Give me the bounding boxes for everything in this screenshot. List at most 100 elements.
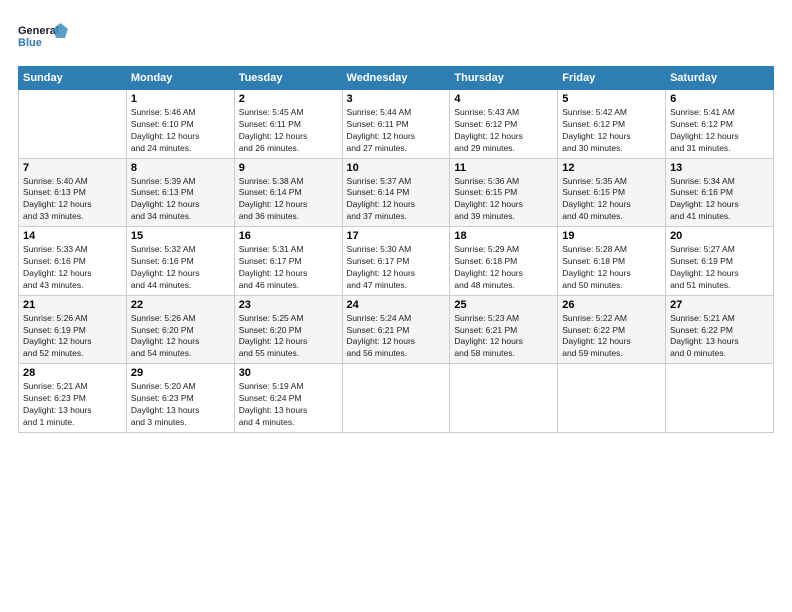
- logo-svg: General Blue: [18, 18, 68, 56]
- day-cell: [450, 364, 558, 433]
- week-row-3: 14 Sunrise: 5:33 AM Sunset: 6:16 PM Dayli…: [19, 227, 774, 296]
- day-number: 19: [562, 230, 661, 242]
- day-number: 15: [131, 230, 230, 242]
- day-number: 18: [454, 230, 553, 242]
- day-cell: 6Sunrise: 5:41 AM Sunset: 6:12 PM Daylig…: [666, 90, 774, 159]
- day-cell: 25Sunrise: 5:23 AM Sunset: 6:21 PM Dayli…: [450, 295, 558, 364]
- day-info: Sunrise: 5:22 AM Sunset: 6:22 PM Dayligh…: [562, 313, 661, 361]
- day-info: Sunrise: 5:43 AM Sunset: 6:12 PM Dayligh…: [454, 107, 553, 155]
- day-cell: 12Sunrise: 5:35 AM Sunset: 6:15 PM Dayli…: [558, 158, 666, 227]
- day-cell: 27 Sunrise: 5:21 AM Sunset: 6:22 PM Dayli…: [666, 295, 774, 364]
- week-row-5: 28 Sunrise: 5:21 AM Sunset: 6:23 PM Dayli…: [19, 364, 774, 433]
- day-cell: 4 Sunrise: 5:43 AM Sunset: 6:12 PM Daylig…: [450, 90, 558, 159]
- day-cell: 14 Sunrise: 5:33 AM Sunset: 6:16 PM Dayli…: [19, 227, 127, 296]
- day-number: 4: [454, 93, 553, 105]
- day-info: Sunrise: 5:32 AM Sunset: 6:16 PM Dayligh…: [131, 244, 230, 292]
- day-info: Sunrise: 5:44 AM Sunset: 6:11 PM Dayligh…: [347, 107, 446, 155]
- day-cell: 5 Sunrise: 5:42 AM Sunset: 6:12 PM Daylig…: [558, 90, 666, 159]
- day-number: 14: [23, 230, 122, 242]
- weekday-header-saturday: Saturday: [666, 67, 774, 90]
- header: General Blue: [18, 18, 774, 56]
- day-number: 17: [347, 230, 446, 242]
- day-cell: 2 Sunrise: 5:45 AM Sunset: 6:11 PM Daylig…: [234, 90, 342, 159]
- day-number: 13: [670, 162, 769, 174]
- calendar-table: SundayMondayTuesdayWednesdayThursdayFrid…: [18, 66, 774, 433]
- day-number: 16: [239, 230, 338, 242]
- day-cell: 1Sunrise: 5:46 AM Sunset: 6:10 PM Daylig…: [126, 90, 234, 159]
- day-number: 1: [131, 93, 230, 105]
- svg-text:General: General: [18, 25, 59, 37]
- day-number: 30: [239, 367, 338, 379]
- day-cell: 26Sunrise: 5:22 AM Sunset: 6:22 PM Dayli…: [558, 295, 666, 364]
- day-number: 8: [131, 162, 230, 174]
- day-cell: 15 Sunrise: 5:32 AM Sunset: 6:16 PM Dayli…: [126, 227, 234, 296]
- day-cell: [558, 364, 666, 433]
- day-cell: [342, 364, 450, 433]
- day-cell: 9 Sunrise: 5:38 AM Sunset: 6:14 PM Daylig…: [234, 158, 342, 227]
- day-info: Sunrise: 5:45 AM Sunset: 6:11 PM Dayligh…: [239, 107, 338, 155]
- day-cell: 16 Sunrise: 5:31 AM Sunset: 6:17 PM Dayli…: [234, 227, 342, 296]
- day-cell: 13Sunrise: 5:34 AM Sunset: 6:16 PM Dayli…: [666, 158, 774, 227]
- day-info: Sunrise: 5:35 AM Sunset: 6:15 PM Dayligh…: [562, 176, 661, 224]
- day-info: Sunrise: 5:40 AM Sunset: 6:13 PM Dayligh…: [23, 176, 122, 224]
- day-cell: 19 Sunrise: 5:28 AM Sunset: 6:18 PM Dayli…: [558, 227, 666, 296]
- day-cell: 21 Sunrise: 5:26 AM Sunset: 6:19 PM Dayli…: [19, 295, 127, 364]
- day-number: 29: [131, 367, 230, 379]
- day-info: Sunrise: 5:28 AM Sunset: 6:18 PM Dayligh…: [562, 244, 661, 292]
- weekday-header-sunday: Sunday: [19, 67, 127, 90]
- day-number: 22: [131, 299, 230, 311]
- day-cell: 29 Sunrise: 5:20 AM Sunset: 6:23 PM Dayli…: [126, 364, 234, 433]
- week-row-4: 21 Sunrise: 5:26 AM Sunset: 6:19 PM Dayli…: [19, 295, 774, 364]
- day-info: Sunrise: 5:39 AM Sunset: 6:13 PM Dayligh…: [131, 176, 230, 224]
- day-number: 27: [670, 299, 769, 311]
- day-number: 2: [239, 93, 338, 105]
- weekday-header-tuesday: Tuesday: [234, 67, 342, 90]
- day-cell: [19, 90, 127, 159]
- day-number: 25: [454, 299, 553, 311]
- weekday-header-friday: Friday: [558, 67, 666, 90]
- day-info: Sunrise: 5:29 AM Sunset: 6:18 PM Dayligh…: [454, 244, 553, 292]
- week-row-2: 7 Sunrise: 5:40 AM Sunset: 6:13 PM Daylig…: [19, 158, 774, 227]
- day-cell: 20 Sunrise: 5:27 AM Sunset: 6:19 PM Dayli…: [666, 227, 774, 296]
- day-cell: [666, 364, 774, 433]
- day-number: 3: [347, 93, 446, 105]
- weekday-header-thursday: Thursday: [450, 67, 558, 90]
- day-cell: 18 Sunrise: 5:29 AM Sunset: 6:18 PM Dayli…: [450, 227, 558, 296]
- day-info: Sunrise: 5:24 AM Sunset: 6:21 PM Dayligh…: [347, 313, 446, 361]
- day-cell: 10Sunrise: 5:37 AM Sunset: 6:14 PM Dayli…: [342, 158, 450, 227]
- day-cell: 17 Sunrise: 5:30 AM Sunset: 6:17 PM Dayli…: [342, 227, 450, 296]
- day-cell: 8 Sunrise: 5:39 AM Sunset: 6:13 PM Daylig…: [126, 158, 234, 227]
- day-number: 5: [562, 93, 661, 105]
- day-info: Sunrise: 5:42 AM Sunset: 6:12 PM Dayligh…: [562, 107, 661, 155]
- day-number: 6: [670, 93, 769, 105]
- day-number: 28: [23, 367, 122, 379]
- weekday-header-monday: Monday: [126, 67, 234, 90]
- day-number: 23: [239, 299, 338, 311]
- day-number: 20: [670, 230, 769, 242]
- day-info: Sunrise: 5:21 AM Sunset: 6:22 PM Dayligh…: [670, 313, 769, 361]
- day-info: Sunrise: 5:26 AM Sunset: 6:20 PM Dayligh…: [131, 313, 230, 361]
- day-info: Sunrise: 5:20 AM Sunset: 6:23 PM Dayligh…: [131, 381, 230, 429]
- day-info: Sunrise: 5:30 AM Sunset: 6:17 PM Dayligh…: [347, 244, 446, 292]
- svg-text:Blue: Blue: [18, 37, 42, 49]
- day-info: Sunrise: 5:38 AM Sunset: 6:14 PM Dayligh…: [239, 176, 338, 224]
- day-cell: 22 Sunrise: 5:26 AM Sunset: 6:20 PM Dayli…: [126, 295, 234, 364]
- day-info: Sunrise: 5:25 AM Sunset: 6:20 PM Dayligh…: [239, 313, 338, 361]
- day-cell: 11 Sunrise: 5:36 AM Sunset: 6:15 PM Dayli…: [450, 158, 558, 227]
- day-info: Sunrise: 5:36 AM Sunset: 6:15 PM Dayligh…: [454, 176, 553, 224]
- day-info: Sunrise: 5:31 AM Sunset: 6:17 PM Dayligh…: [239, 244, 338, 292]
- day-number: 10: [347, 162, 446, 174]
- day-number: 11: [454, 162, 553, 174]
- day-cell: 24Sunrise: 5:24 AM Sunset: 6:21 PM Dayli…: [342, 295, 450, 364]
- day-cell: 7 Sunrise: 5:40 AM Sunset: 6:13 PM Daylig…: [19, 158, 127, 227]
- day-number: 7: [23, 162, 122, 174]
- day-info: Sunrise: 5:21 AM Sunset: 6:23 PM Dayligh…: [23, 381, 122, 429]
- day-info: Sunrise: 5:27 AM Sunset: 6:19 PM Dayligh…: [670, 244, 769, 292]
- day-info: Sunrise: 5:26 AM Sunset: 6:19 PM Dayligh…: [23, 313, 122, 361]
- day-number: 9: [239, 162, 338, 174]
- day-cell: 30Sunrise: 5:19 AM Sunset: 6:24 PM Dayli…: [234, 364, 342, 433]
- day-cell: 23 Sunrise: 5:25 AM Sunset: 6:20 PM Dayli…: [234, 295, 342, 364]
- day-cell: 28 Sunrise: 5:21 AM Sunset: 6:23 PM Dayli…: [19, 364, 127, 433]
- day-info: Sunrise: 5:33 AM Sunset: 6:16 PM Dayligh…: [23, 244, 122, 292]
- day-number: 21: [23, 299, 122, 311]
